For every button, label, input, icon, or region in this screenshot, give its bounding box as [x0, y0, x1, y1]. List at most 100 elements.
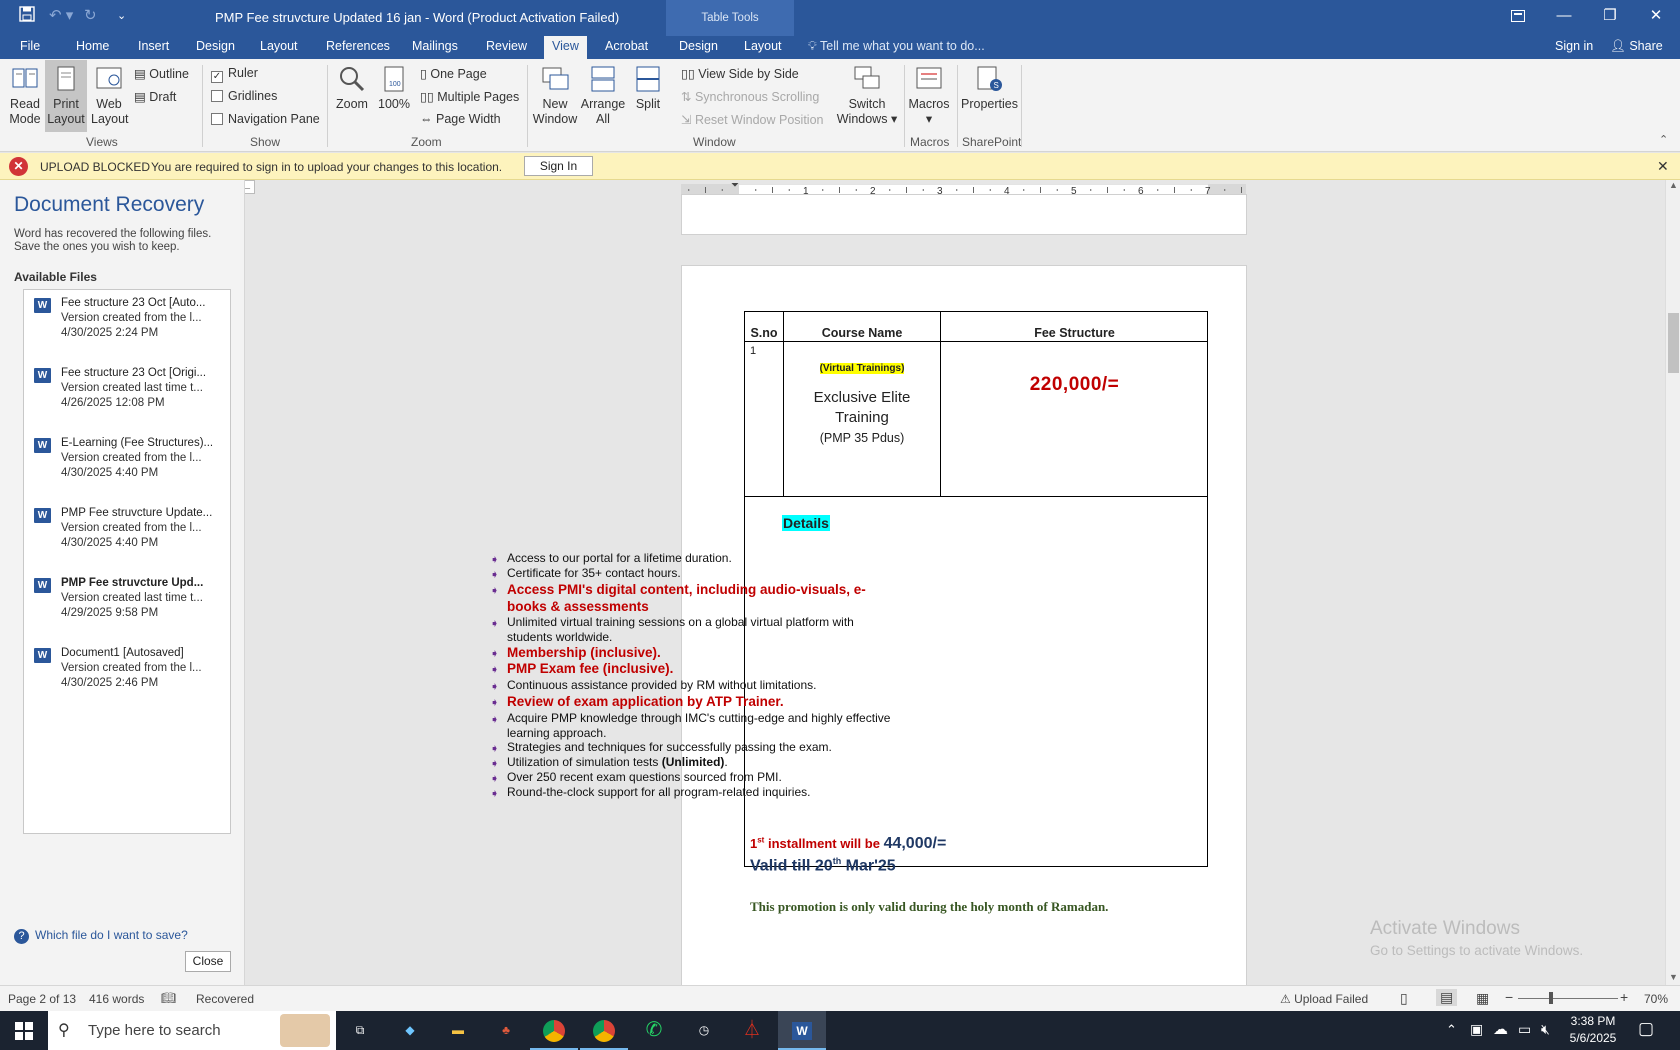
zoom-100-button[interactable]: 100 100% [376, 64, 412, 112]
macros-button[interactable]: Macros ▾ [908, 64, 950, 127]
tab-insert[interactable]: Insert [138, 39, 169, 53]
close-message-icon[interactable]: ✕ [1657, 158, 1669, 175]
word-count[interactable]: 416 words [89, 992, 144, 1006]
task-view-icon[interactable]: ⧉ [336, 1011, 384, 1050]
sign-in-button[interactable]: Sign In [524, 156, 593, 176]
group-macros-label: Macros [910, 135, 950, 149]
read-mode-button[interactable]: Read Mode [8, 64, 42, 127]
tab-review[interactable]: Review [486, 39, 527, 53]
tab-layout[interactable]: Layout [260, 39, 298, 53]
tab-references[interactable]: References [326, 39, 390, 53]
navigation-pane-checkbox[interactable]: Navigation Pane [211, 112, 320, 126]
print-layout-view-icon[interactable]: ▤ [1436, 989, 1458, 1006]
ruler-checkbox[interactable]: ✓ Ruler [211, 66, 258, 83]
scroll-down-icon[interactable]: ▼ [1669, 972, 1678, 982]
bullet-arrow-icon: ➧ [490, 585, 500, 597]
arrange-all-button[interactable]: Arrange All [580, 64, 626, 127]
web-layout-button[interactable]: Web Layout [91, 64, 129, 127]
start-button[interactable] [0, 1011, 48, 1050]
recovery-file-item[interactable]: W Document1 [Autosaved] Version created … [32, 647, 232, 717]
meet-now-icon[interactable]: ▣ [1470, 1021, 1483, 1038]
tab-design[interactable]: Design [196, 39, 235, 53]
taskbar-search-box[interactable]: ⚲ Type here to search [48, 1011, 336, 1050]
page-count[interactable]: Page 2 of 13 [8, 992, 76, 1006]
tab-table-layout[interactable]: Layout [744, 39, 782, 53]
tell-me-search[interactable]: 💡︎ Tell me what you want to do... [808, 39, 985, 54]
page-width-button[interactable]: ⇔ Page Width [420, 112, 501, 126]
draft-button[interactable]: ▤ Draft [134, 89, 176, 104]
gridlines-checkbox[interactable]: Gridlines [211, 89, 277, 103]
one-page-button[interactable]: ▯ One Page [420, 66, 487, 81]
tab-file[interactable]: File [20, 39, 40, 53]
onedrive-icon[interactable]: ☁ [1493, 1020, 1508, 1038]
zoom-slider-thumb[interactable] [1549, 992, 1553, 1004]
recovery-file-item[interactable]: W Fee structure 23 Oct [Auto... Version … [32, 297, 232, 367]
switch-windows-button[interactable]: Switch Windows ▾ [836, 64, 898, 127]
multiple-pages-button[interactable]: ▯▯ Multiple Pages [420, 89, 519, 104]
scroll-up-icon[interactable]: ▲ [1669, 180, 1678, 190]
chrome-icon[interactable] [530, 1011, 578, 1050]
collapse-ribbon-icon[interactable]: ⌃ [1659, 133, 1668, 146]
share-button[interactable]: 👤︎ Share [1610, 39, 1663, 54]
whatsapp-icon[interactable]: ✆ [630, 1011, 678, 1050]
first-line-indent-icon[interactable]: ⏷ [731, 180, 739, 191]
undo-icon[interactable]: ↶ ▾ [49, 6, 73, 24]
redo-icon[interactable]: ↻ [84, 6, 97, 24]
vertical-scrollbar[interactable]: ▲ ▼ [1665, 180, 1680, 985]
scroll-thumb[interactable] [1668, 313, 1679, 373]
close-recovery-button[interactable]: Close [185, 951, 231, 972]
zoom-out-icon[interactable]: − [1505, 989, 1513, 1005]
upload-failed-status[interactable]: ⚠︎ Upload Failed [1280, 992, 1368, 1006]
word-taskbar-icon[interactable]: W [778, 1011, 826, 1050]
tab-view[interactable]: View [544, 36, 587, 59]
split-button[interactable]: Split [630, 64, 666, 112]
minimize-icon[interactable]: — [1541, 0, 1587, 36]
clock-app-icon[interactable]: ◷ [680, 1011, 728, 1050]
zoom-button[interactable]: Zoom [334, 64, 370, 112]
recovery-file-item[interactable]: W E-Learning (Fee Structures)... Version… [32, 437, 232, 507]
zoom-slider[interactable] [1518, 998, 1618, 999]
recovery-file-item[interactable]: W PMP Fee struvcture Update... Version c… [32, 507, 232, 577]
zoom-in-icon[interactable]: + [1620, 989, 1628, 1005]
restore-icon[interactable]: ❐ [1587, 0, 1633, 36]
zoom-level[interactable]: 70% [1644, 992, 1668, 1006]
recovery-file-item[interactable]: W PMP Fee struvcture Upd... Version crea… [32, 577, 232, 647]
status-bar: Page 2 of 13 416 words 📖︎ Recovered ⚠︎ U… [0, 985, 1680, 1011]
details-bullet-item: Certificate for 35+ contact hours. [507, 566, 681, 580]
save-icon[interactable] [19, 6, 35, 26]
volume-muted-icon[interactable]: 🔇︎ [1541, 1021, 1550, 1038]
proofing-icon[interactable]: 📖︎ [161, 991, 176, 1005]
tab-mailings[interactable]: Mailings [412, 39, 458, 53]
web-layout-view-icon[interactable]: ▦ [1476, 990, 1489, 1007]
new-window-button[interactable]: New Window [530, 64, 580, 127]
ribbon-display-options-icon[interactable] [1495, 0, 1541, 36]
recovery-file-item[interactable]: W Fee structure 23 Oct [Origi... Version… [32, 367, 232, 437]
clock-time[interactable]: 3:38 PM [1568, 1014, 1618, 1028]
file-explorer-icon[interactable]: ▬ [434, 1011, 482, 1050]
view-side-by-side-button[interactable]: ▯▯ View Side by Side [681, 66, 799, 81]
outline-button[interactable]: ▤ Outline [134, 66, 189, 81]
sign-in-link[interactable]: Sign in [1555, 39, 1593, 53]
print-layout-button[interactable]: Print Layout [45, 60, 87, 132]
details-bullet-item: Review of exam application by ATP Traine… [507, 694, 784, 709]
read-mode-view-icon[interactable]: ▯ [1400, 990, 1408, 1007]
notifications-icon[interactable]: ▢ [1638, 1019, 1654, 1039]
close-window-icon[interactable]: ✕ [1633, 0, 1679, 36]
which-file-help-link[interactable]: ? Which file do I want to save? [14, 928, 188, 944]
chrome-profile-icon[interactable] [580, 1011, 628, 1050]
copilot-icon[interactable]: ◆ [386, 1011, 434, 1050]
clock-date[interactable]: 5/6/2025 [1568, 1031, 1618, 1045]
reset-window-position-button[interactable]: ⇲ Reset Window Position [681, 112, 823, 127]
tab-acrobat[interactable]: Acrobat [605, 39, 648, 53]
person-icon: 👤︎ [1610, 39, 1630, 53]
properties-button[interactable]: S Properties [961, 64, 1018, 112]
tab-table-design[interactable]: Design [679, 39, 718, 53]
bullet-arrow-icon: ➧ [490, 714, 500, 726]
customize-qat-icon[interactable]: ⌄ [117, 9, 126, 22]
show-hidden-icons[interactable]: ⌃ [1446, 1022, 1457, 1038]
network-icon[interactable]: ▭ [1518, 1021, 1531, 1038]
acrobat-icon[interactable]: ⏃ [728, 1011, 776, 1050]
app-icon[interactable]: ♣ [482, 1011, 530, 1050]
tab-home[interactable]: Home [76, 39, 109, 53]
synchronous-scrolling-button[interactable]: ⇅ Synchronous Scrolling [681, 89, 819, 104]
